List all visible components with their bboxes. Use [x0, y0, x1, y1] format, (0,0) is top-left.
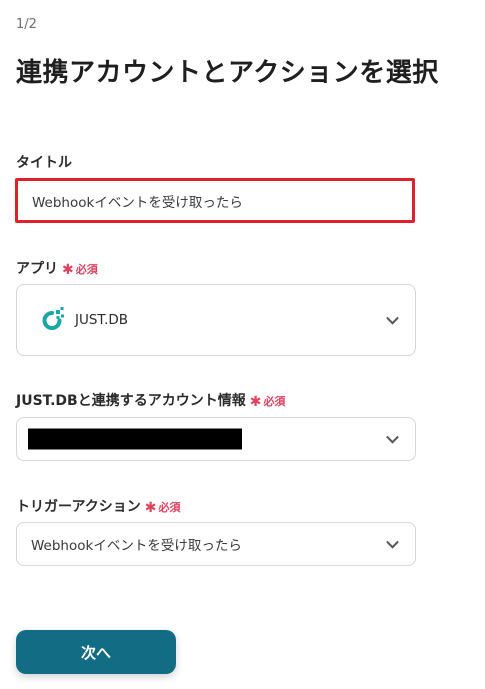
page-title: 連携アカウントとアクションを選択	[16, 58, 439, 88]
required-text: 必須	[75, 263, 98, 276]
app-label-text: アプリ	[16, 261, 58, 277]
required-badge: ✱ 必須	[249, 394, 286, 410]
next-button[interactable]: 次へ	[16, 630, 176, 674]
required-badge: ✱ 必須	[144, 500, 181, 516]
chevron-down-icon	[386, 535, 399, 549]
required-star-icon: ✱	[62, 262, 74, 278]
trigger-select-value: Webhookイベントを受け取ったら	[31, 538, 242, 554]
trigger-label: トリガーアクション ✱ 必須	[16, 496, 180, 516]
required-star-icon: ✱	[249, 394, 262, 410]
redacted-account-value	[28, 428, 242, 450]
account-label-text: JUST.DBと連携するアカウント情報	[16, 393, 246, 409]
title-input[interactable]: Webhookイベントを受け取ったら	[15, 178, 415, 223]
trigger-label-text: トリガーアクション	[16, 499, 141, 515]
chevron-down-icon	[386, 311, 399, 325]
required-text: 必須	[263, 395, 286, 408]
app-select-value: JUST.DB	[75, 312, 129, 328]
step-indicator: 1/2	[16, 17, 37, 32]
account-label: JUST.DBと連携するアカウント情報 ✱ 必須	[16, 390, 285, 410]
account-select[interactable]	[16, 417, 416, 461]
chevron-down-icon	[386, 430, 399, 444]
page: 1/2 連携アカウントとアクションを選択 タイトル Webhookイベントを受け…	[0, 0, 485, 689]
required-text: 必須	[158, 501, 181, 514]
required-badge: ✱ 必須	[62, 262, 98, 278]
title-label: タイトル	[16, 152, 72, 172]
trigger-select[interactable]: Webhookイベントを受け取ったら	[16, 522, 416, 566]
title-input-value: Webhookイベントを受け取ったら	[32, 194, 243, 211]
title-label-text: タイトル	[16, 155, 72, 171]
justdb-logo-icon	[42, 307, 64, 330]
required-star-icon: ✱	[144, 500, 157, 516]
app-label: アプリ ✱ 必須	[16, 258, 98, 278]
app-select[interactable]: JUST.DB	[16, 284, 416, 356]
